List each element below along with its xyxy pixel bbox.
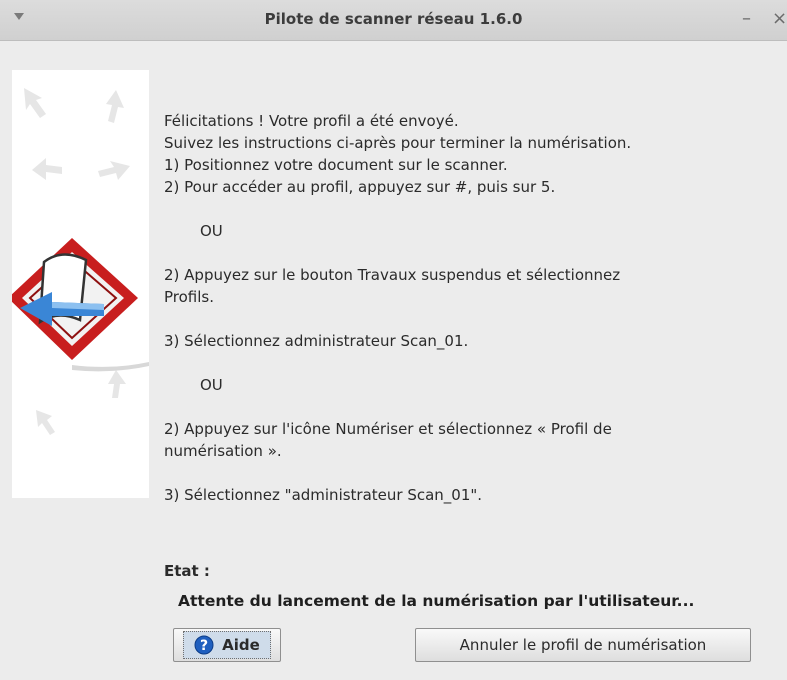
message-line: OU xyxy=(200,376,223,394)
help-button[interactable]: ? Aide xyxy=(173,628,281,662)
help-button-label: Aide xyxy=(222,636,260,654)
window-title: Pilote de scanner réseau 1.6.0 xyxy=(264,10,523,28)
help-button-focus: ? Aide xyxy=(183,631,271,659)
cancel-profile-button-label: Annuler le profil de numérisation xyxy=(459,636,707,654)
message-line: Profils. xyxy=(164,288,214,306)
message-line: 3) Sélectionnez administrateur Scan_01. xyxy=(164,332,469,350)
title-bar: Pilote de scanner réseau 1.6.0 – × xyxy=(0,0,787,41)
message-line: numérisation ». xyxy=(164,442,282,460)
instructions-text: Félicitations ! Votre profil a été envoy… xyxy=(164,110,764,506)
status-text: Attente du lancement de la numérisation … xyxy=(178,592,695,610)
cancel-profile-button[interactable]: Annuler le profil de numérisation xyxy=(415,628,751,662)
message-line: 1) Positionnez votre document sur le sca… xyxy=(164,156,508,174)
scanner-profile-illustration-icon xyxy=(8,88,149,435)
message-line: 2) Appuyez sur le bouton Travaux suspend… xyxy=(164,266,621,284)
message-line: 2) Appuyez sur l'icône Numériser et séle… xyxy=(164,420,612,438)
close-button[interactable]: × xyxy=(772,8,787,29)
status-label: Etat : xyxy=(164,562,210,580)
message-line: Suivez les instructions ci-après pour te… xyxy=(164,134,632,152)
minimize-button[interactable]: – xyxy=(742,8,751,29)
svg-text:?: ? xyxy=(200,638,208,654)
message-line: Félicitations ! Votre profil a été envoy… xyxy=(164,112,459,130)
side-illustration xyxy=(8,70,149,498)
message-line: 3) Sélectionnez "administrateur Scan_01"… xyxy=(164,486,483,504)
message-line: 2) Pour accéder au profil, appuyez sur #… xyxy=(164,178,556,196)
message-line: OU xyxy=(200,222,223,240)
help-question-icon: ? xyxy=(194,635,214,655)
